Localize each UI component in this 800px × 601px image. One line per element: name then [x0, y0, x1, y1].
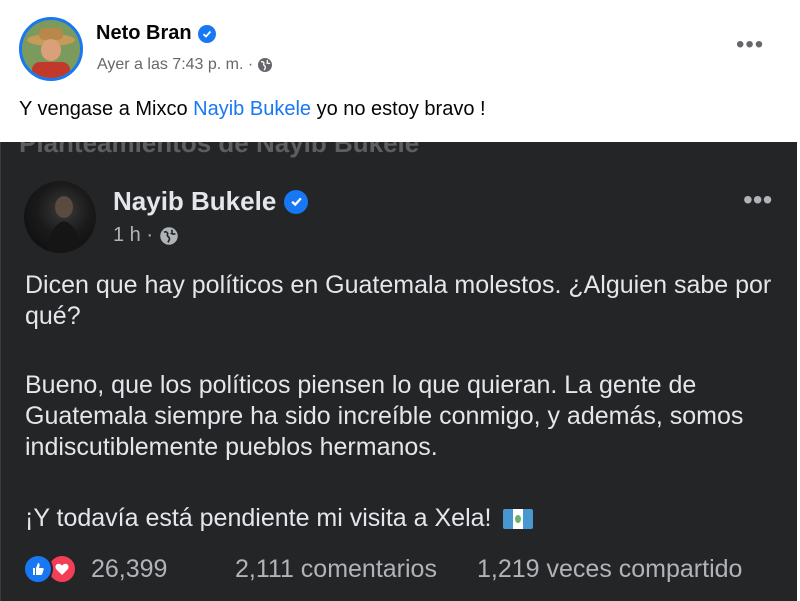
more-options-icon: •••: [743, 184, 773, 215]
more-options-icon[interactable]: •••: [736, 33, 764, 57]
shared-paragraph-1: Dicen que hay políticos en Guatemala mol…: [25, 271, 772, 330]
globe-icon: [258, 58, 273, 72]
post-text-start: Y vengase a Mixco: [19, 98, 194, 120]
shared-paragraph-3: ¡Y todavía está pendiente mi visita a Xe…: [25, 503, 785, 534]
post-meta: Ayer a las 7:43 p. m. ·: [97, 56, 273, 74]
reactions-count: 26,399: [91, 555, 168, 583]
globe-icon: [160, 226, 178, 245]
post-timestamp[interactable]: Ayer a las 7:43 p. m. ·: [97, 56, 253, 74]
shares-count: 1,219 veces compartido: [477, 555, 743, 583]
shared-paragraph-3-text: ¡Y todavía está pendiente mi visita a Xe…: [25, 504, 492, 532]
guatemala-flag-icon: [503, 508, 534, 529]
shared-paragraph-2: Bueno, que los políticos piensen lo que …: [25, 371, 744, 461]
author-name[interactable]: Neto Bran: [96, 22, 192, 45]
comments-count: 2,111 comentarios: [235, 555, 437, 583]
shared-post-screenshot[interactable]: Planteamientos de Nayib Bukele Nayib Buk…: [0, 142, 797, 601]
mention-link[interactable]: Nayib Bukele: [193, 98, 311, 120]
shared-timestamp: 1 h ·: [113, 224, 154, 246]
author-avatar[interactable]: [19, 17, 83, 81]
verified-badge-icon: [284, 189, 309, 214]
post-text-end: yo no estoy bravo !: [311, 98, 486, 120]
like-reaction-icon: [23, 554, 53, 584]
shared-post-meta: 1 h ·: [113, 224, 179, 247]
engagement-bar: 26,399 2,111 comentarios 1,219 veces com…: [19, 550, 789, 590]
author-name-row: Neto Bran: [96, 22, 216, 45]
cropped-text-fragment: Planteamientos de Nayib Bukele: [19, 142, 420, 158]
shared-author-avatar: [24, 181, 96, 253]
reactions-icons: [23, 554, 77, 584]
post-text: Y vengase a Mixco Nayib Bukele yo no est…: [19, 98, 486, 121]
verified-badge-icon: [197, 24, 216, 43]
facebook-post: Neto Bran Ayer a las 7:43 p. m. · ••• Y …: [0, 0, 800, 601]
shared-author-row: Nayib Bukele: [113, 186, 309, 217]
shared-author-name: Nayib Bukele: [113, 186, 277, 216]
